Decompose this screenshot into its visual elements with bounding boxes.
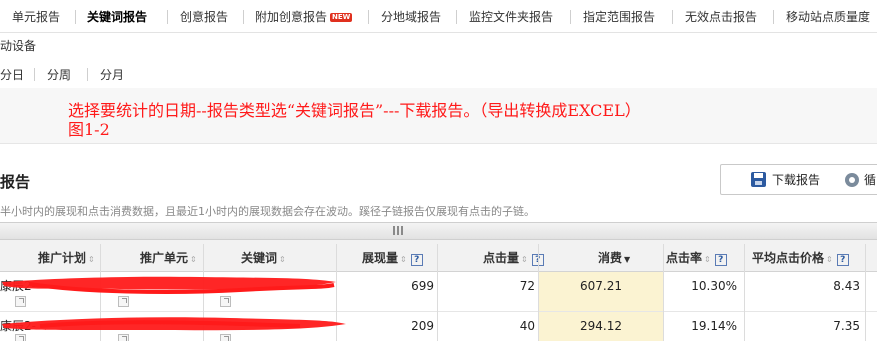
col-cpc-label: 平均点击价格: [752, 251, 825, 265]
column-divider: [538, 244, 539, 341]
col-ctr-label: 点击率: [666, 251, 703, 265]
download-report-label: 下载报告: [772, 173, 821, 187]
tab-region-report[interactable]: 分地域报告: [381, 9, 441, 25]
help-icon[interactable]: ?: [410, 254, 423, 266]
tab-separator: [243, 10, 244, 24]
tab-separator: [773, 10, 774, 24]
tab-separator: [456, 10, 457, 24]
column-divider: [744, 244, 745, 341]
col-cpc[interactable]: 平均点击价格 ⇕?: [752, 249, 849, 266]
col-cost-label: 消费: [598, 251, 623, 265]
col-impressions-label: 展现量: [362, 251, 399, 265]
col-clicks[interactable]: 点击量⇕?: [483, 249, 544, 266]
sort-icon: ⇕: [826, 255, 833, 264]
cost-cell: 294.12: [580, 319, 622, 333]
sort-icon: ⇕: [190, 255, 197, 264]
tab-separator: [167, 10, 168, 24]
tab-keyword-report[interactable]: 关键词报告: [87, 9, 147, 25]
impressions-cell: 209: [411, 319, 434, 333]
tab-separator: [368, 10, 369, 24]
panel-splitter[interactable]: [0, 222, 877, 240]
tab-invalid-click-report[interactable]: 无效点击报告: [685, 9, 757, 25]
column-divider: [663, 244, 664, 341]
help-icon[interactable]: ?: [836, 254, 849, 266]
save-icon: [751, 172, 766, 187]
tab-extra-creative-report[interactable]: 附加创意报告 NEW: [255, 9, 353, 25]
period-week[interactable]: 分周: [47, 66, 71, 83]
ctr-cell: 10.30%: [691, 279, 737, 293]
sort-icon: ⇕: [704, 255, 711, 264]
tab-mobile-quality-report[interactable]: 移动站点质量度: [786, 9, 870, 25]
report-title: 报告: [0, 173, 31, 191]
col-ctr[interactable]: 点击率 ⇕?: [666, 249, 727, 266]
col-impressions[interactable]: 展现量 ⇕?: [362, 249, 423, 266]
col-cost[interactable]: 消费 ▼: [598, 249, 630, 266]
col-plan-label: 推广计划: [38, 251, 87, 265]
impressions-cell: 699: [411, 279, 434, 293]
sort-icon: ⇕: [279, 255, 286, 264]
other-action-label: 循: [864, 173, 877, 187]
period-separator: [87, 68, 88, 81]
period-day[interactable]: 分日: [0, 66, 24, 83]
col-plan[interactable]: 推广计划 ⇕: [38, 249, 95, 266]
cpc-cell: 8.43: [833, 279, 860, 293]
tab-creative-report[interactable]: 创意报告: [180, 9, 228, 25]
period-separator: [34, 68, 35, 81]
sort-icon: ⇕: [88, 255, 95, 264]
column-divider: [865, 244, 866, 341]
tab-unit-report[interactable]: 单元报告: [12, 9, 60, 25]
tab-extra-creative-label: 附加创意报告: [255, 10, 328, 24]
grip-icon: [393, 226, 403, 235]
clicks-cell: 40: [519, 319, 535, 333]
tab-monitor-folder-report[interactable]: 监控文件夹报告: [469, 9, 553, 25]
col-clicks-label: 点击量: [483, 251, 520, 265]
tab-separator: [75, 10, 76, 24]
ctr-cell: 19.14%: [691, 319, 737, 333]
clicks-cell: 72: [519, 279, 535, 293]
sort-icon: ⇕: [521, 255, 528, 264]
report-hint: 半小时内的展现和点击消费数据，且最近1小时内的展现数据会存在波动。蹊径子链报告仅…: [0, 205, 535, 218]
device-label[interactable]: 动设备: [0, 37, 36, 54]
tab-separator: [570, 10, 571, 24]
annotation-line-1: 选择要统计的日期--报告类型选“关键词报告”---下载报告。（导出转换成EXCE…: [68, 101, 641, 120]
help-icon[interactable]: ?: [714, 254, 727, 266]
tab-range-report[interactable]: 指定范围报告: [583, 9, 655, 25]
annotation-text: 选择要统计的日期--报告类型选“关键词报告”---下载报告。（导出转换成EXCE…: [68, 101, 868, 139]
period-month[interactable]: 分月: [100, 66, 124, 83]
cpc-cell: 7.35: [833, 319, 860, 333]
report-tabs: 单元报告 关键词报告 创意报告 附加创意报告 NEW 分地域报告 监控文件夹报告 …: [0, 0, 877, 33]
col-unit-label: 推广单元: [140, 251, 189, 265]
gear-icon: [845, 173, 859, 187]
annotation-line-2: 图1-2: [68, 120, 110, 139]
sort-desc-icon: ▼: [624, 255, 631, 264]
tab-separator: [672, 10, 673, 24]
cost-cell: 607.21: [580, 279, 622, 293]
redaction-scribble: [2, 276, 346, 331]
new-badge: NEW: [330, 13, 353, 22]
column-divider: [437, 244, 438, 341]
col-unit[interactable]: 推广单元 ⇕: [140, 249, 197, 266]
sort-icon: ⇕: [400, 255, 407, 264]
col-keyword[interactable]: 关键词 ⇕: [241, 249, 286, 266]
col-keyword-label: 关键词: [241, 251, 278, 265]
